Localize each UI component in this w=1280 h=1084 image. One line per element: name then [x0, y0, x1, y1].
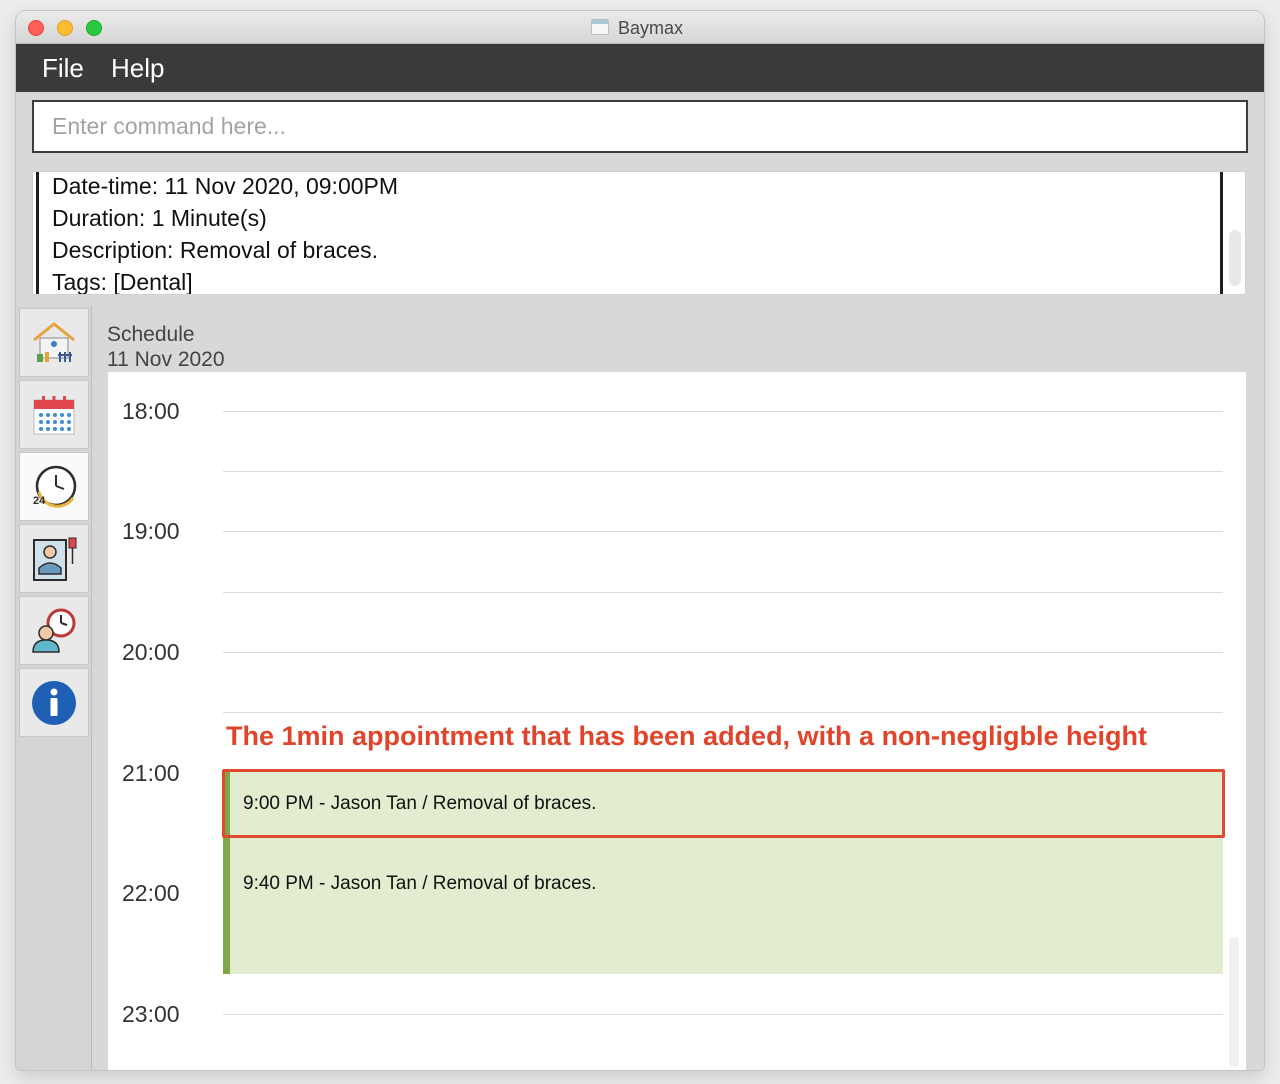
grid-line	[223, 592, 1223, 593]
hour-label: 22:00	[122, 880, 180, 906]
sidebar: 24	[16, 306, 92, 1070]
result-line-description: Description: Removal of braces.	[52, 237, 378, 263]
grid-line	[223, 471, 1223, 472]
sidebar-item-calendar[interactable]	[19, 380, 89, 449]
app-window: Baymax File Help Date-time: 11 Nov 2020,…	[16, 11, 1264, 1070]
svg-text:24: 24	[33, 495, 46, 507]
hour-label: 18:00	[122, 398, 180, 424]
info-icon	[32, 680, 76, 725]
appointment-text: 9:40 PM - Jason Tan / Removal of braces.	[243, 873, 597, 894]
schedule-date: 11 Nov 2020	[107, 348, 225, 371]
calendar-icon	[33, 395, 75, 434]
hour-label: 20:00	[122, 639, 180, 665]
annotation-highlight-box	[222, 769, 1225, 838]
result-line-tags: Tags: [Dental]	[52, 269, 193, 295]
sidebar-item-schedule[interactable]: 24	[19, 452, 89, 521]
app-icon	[591, 19, 609, 35]
schedule-label: Schedule	[107, 323, 195, 346]
sidebar-item-info[interactable]	[19, 668, 89, 737]
appointment-block[interactable]: 9:40 PM - Jason Tan / Removal of braces.	[223, 837, 1223, 974]
command-input[interactable]	[34, 102, 1246, 151]
home-icon	[33, 321, 75, 362]
title-bar[interactable]: Baymax	[16, 11, 1264, 44]
close-window-button[interactable]	[28, 20, 44, 36]
menu-help[interactable]: Help	[111, 53, 164, 84]
result-display: Date-time: 11 Nov 2020, 09:00PM Duration…	[32, 171, 1246, 295]
grid-line	[223, 1014, 1223, 1015]
timeline-scrollbar[interactable]	[1229, 937, 1239, 1067]
grid-line	[223, 712, 1223, 713]
grid-line	[223, 531, 1223, 532]
command-box	[32, 100, 1248, 153]
result-line-duration: Duration: 1 Minute(s)	[52, 205, 267, 231]
maximize-window-button[interactable]	[86, 20, 102, 36]
result-line-datetime: Date-time: 11 Nov 2020, 09:00PM	[52, 173, 399, 199]
sidebar-item-home[interactable]	[19, 308, 89, 377]
sidebar-item-appointments[interactable]	[19, 596, 89, 665]
schedule-timeline[interactable]: 18:00 19:00 20:00 21:00 22:00 23:00 The …	[108, 372, 1246, 1070]
window-title: Baymax	[618, 18, 684, 38]
hour-label: 21:00	[122, 760, 180, 786]
grid-line	[223, 652, 1223, 653]
menu-bar: File Help	[16, 44, 1264, 92]
minimize-window-button[interactable]	[57, 20, 73, 36]
result-scrollbar[interactable]	[1229, 230, 1241, 286]
sidebar-item-patients[interactable]	[19, 524, 89, 593]
result-border-left	[36, 172, 39, 294]
annotation-label: The 1min appointment that has been added…	[226, 721, 1148, 751]
hour-label: 23:00	[122, 1001, 180, 1027]
doctor-clock-icon	[32, 608, 76, 653]
menu-file[interactable]: File	[42, 53, 84, 84]
hour-label: 19:00	[122, 518, 180, 544]
grid-line	[223, 411, 1223, 412]
patient-icon	[33, 537, 77, 581]
result-border-right	[1220, 172, 1223, 294]
clock-24h-icon: 24	[33, 465, 77, 508]
